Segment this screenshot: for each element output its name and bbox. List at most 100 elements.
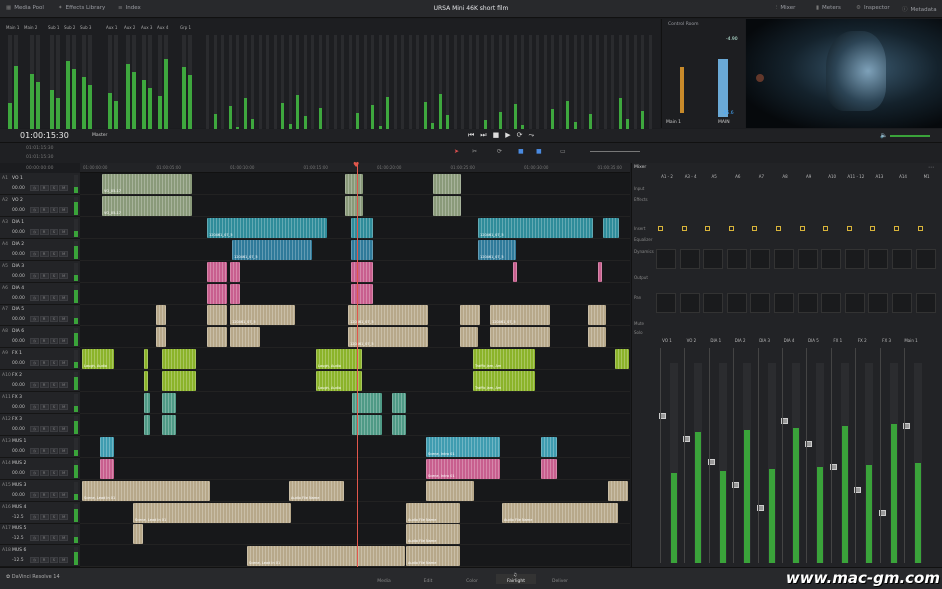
record-button[interactable]: R <box>39 535 49 542</box>
insert-toggle[interactable] <box>846 226 852 231</box>
track-lane[interactable] <box>80 523 630 546</box>
flag-icon[interactable]: ■ <box>536 148 542 155</box>
audio-clip[interactable] <box>207 327 227 348</box>
record-button[interactable]: R <box>39 557 49 564</box>
audio-clip[interactable] <box>588 327 606 348</box>
audio-clip[interactable] <box>598 261 602 282</box>
audio-clip[interactable] <box>433 174 461 194</box>
dynamics-graph[interactable] <box>868 249 889 269</box>
audio-clip[interactable] <box>230 327 260 348</box>
audio-clip[interactable] <box>460 327 478 348</box>
dynamics-graph[interactable] <box>844 249 865 269</box>
insert-toggle[interactable] <box>705 226 711 231</box>
audio-clip[interactable]: 120461_07_5 <box>232 239 312 260</box>
page-edit[interactable]: Edit <box>408 579 448 584</box>
record-button[interactable]: R <box>39 228 49 235</box>
audio-clip[interactable] <box>541 436 557 457</box>
mute-button[interactable]: M <box>59 557 68 564</box>
mute-button[interactable]: M <box>59 491 68 498</box>
dynamics-graph[interactable] <box>703 249 724 269</box>
pan-control[interactable] <box>797 293 818 313</box>
audio-clip[interactable] <box>162 414 176 435</box>
insert-toggle[interactable] <box>894 226 899 231</box>
automation-button[interactable]: ◷ <box>30 535 39 542</box>
mixer-button[interactable]: ⫶ Mixer <box>776 5 795 12</box>
record-button[interactable]: R <box>39 316 49 323</box>
solo-button[interactable]: S <box>49 513 59 520</box>
audio-clip[interactable] <box>588 305 606 326</box>
dynamics-graph[interactable] <box>726 249 747 269</box>
page-color[interactable]: Color <box>452 579 492 584</box>
audio-clip[interactable] <box>162 393 176 413</box>
solo-button[interactable]: S <box>49 404 59 410</box>
track-header[interactable]: A15 MUS 3 00.00 ◷ R S M <box>0 480 80 502</box>
pan-control[interactable] <box>703 293 724 313</box>
mute-button[interactable]: M <box>59 360 68 367</box>
pan-control[interactable] <box>774 293 794 313</box>
audio-clip[interactable]: Scene, Intro 01 <box>426 458 500 479</box>
insert-toggle[interactable] <box>681 226 687 231</box>
audio-clip[interactable] <box>133 524 143 545</box>
automation-button[interactable]: ◷ <box>30 425 39 432</box>
audio-clip[interactable] <box>207 283 227 304</box>
audio-clip[interactable]: Laugh, Audio <box>82 349 114 370</box>
audio-clip[interactable] <box>351 217 373 238</box>
track-header[interactable]: A2 VO 2 00.00 ◷ R S M <box>0 195 80 217</box>
automation-button[interactable]: ◷ <box>30 557 39 564</box>
insert-toggle[interactable] <box>752 226 758 231</box>
pointer-tool-icon[interactable]: ➤ <box>454 148 459 155</box>
insert-toggle[interactable] <box>870 226 876 231</box>
track-header[interactable]: A4 DIA 2 00.00 ◷ R S M <box>0 239 80 261</box>
audio-clip[interactable] <box>162 349 196 370</box>
audio-clip[interactable]: 120461_07_5 <box>348 327 428 348</box>
dynamics-graph[interactable] <box>656 249 676 269</box>
insert-toggle[interactable] <box>799 226 805 231</box>
mute-button[interactable]: M <box>59 447 68 454</box>
audio-clip[interactable] <box>100 436 114 457</box>
insert-toggle[interactable] <box>823 226 829 231</box>
track-header[interactable]: A7 DIA 5 00.00 ◷ R S M <box>0 304 80 327</box>
audio-clip[interactable]: Audio File Name <box>406 546 460 567</box>
dynamics-graph[interactable] <box>679 249 700 269</box>
insert-toggle[interactable] <box>658 226 663 231</box>
snap-icon[interactable]: ■ <box>518 148 524 155</box>
audio-clip[interactable]: Scene, Lead In 01 <box>133 502 291 523</box>
automation-button[interactable]: ◷ <box>30 294 39 301</box>
audio-clip[interactable]: Scene, Lead In 01 <box>247 546 405 567</box>
audio-clip[interactable] <box>490 327 550 348</box>
automation-button[interactable]: ◷ <box>30 447 39 454</box>
track-header[interactable]: A9 FX 1 00.00 ◷ R S M <box>0 348 80 371</box>
mixer-options-icon[interactable]: ⋯ <box>928 164 934 171</box>
mute-button[interactable]: M <box>59 469 68 476</box>
transport-controls[interactable]: ⏮⏭■▶⟳⤳ <box>468 131 540 140</box>
link-icon[interactable]: ⟳ <box>497 148 502 155</box>
record-button[interactable]: R <box>39 513 49 520</box>
audio-clip[interactable] <box>392 393 406 413</box>
audio-clip[interactable]: Scene, Intro 01 <box>426 436 500 457</box>
record-button[interactable]: R <box>39 250 49 257</box>
solo-button[interactable]: S <box>49 491 59 498</box>
audio-clip[interactable] <box>351 239 373 260</box>
solo-button[interactable]: S <box>49 425 59 432</box>
solo-button[interactable]: S <box>49 250 59 257</box>
pan-control[interactable] <box>750 293 771 313</box>
audio-clip[interactable]: 120461_07_5 <box>490 305 550 326</box>
mute-button[interactable]: M <box>59 513 68 520</box>
solo-button[interactable]: S <box>49 338 59 345</box>
record-button[interactable]: R <box>39 469 49 476</box>
track-header[interactable]: A8 DIA 6 00.00 ◷ R S M <box>0 326 80 349</box>
audio-clip[interactable] <box>460 305 480 326</box>
dynamics-graph[interactable] <box>821 249 842 269</box>
audio-clip[interactable] <box>608 480 628 501</box>
track-header[interactable]: A14 MUS 2 00.00 ◷ R S M <box>0 458 80 480</box>
page-deliver[interactable]: Deliver <box>540 579 580 584</box>
audio-clip[interactable] <box>207 305 227 326</box>
razor-tool-icon[interactable]: ✂ <box>472 148 477 155</box>
automation-button[interactable]: ◷ <box>30 250 39 257</box>
record-button[interactable]: R <box>39 338 49 345</box>
pan-control[interactable] <box>892 293 912 313</box>
dynamics-graph[interactable] <box>915 249 936 269</box>
automation-button[interactable]: ◷ <box>30 228 39 235</box>
audio-clip[interactable]: Laugh, Audio <box>316 349 362 370</box>
audio-clip[interactable]: Scene, Lead In 01 <box>82 480 210 501</box>
